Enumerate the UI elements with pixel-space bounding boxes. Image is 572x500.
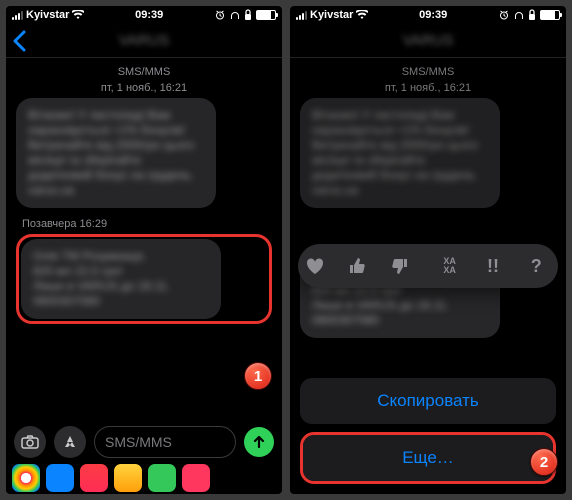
clock-label: 09:39 (135, 9, 163, 21)
back-chevron-icon[interactable] (12, 30, 26, 52)
timestamp-divider: Позавчера 16:29 (16, 218, 272, 230)
react-thumbs-up-icon[interactable] (348, 257, 378, 275)
signal-icon (12, 11, 23, 20)
wifi-icon (72, 10, 84, 20)
link-text[interactable]: varus.ua (28, 183, 204, 198)
send-button[interactable] (244, 427, 274, 457)
more-button[interactable]: Еще… (303, 435, 553, 481)
nav-bar: VARUS (6, 24, 282, 58)
nav-bar: VARUS (290, 24, 566, 58)
clock-label: 09:39 (419, 9, 447, 21)
app-memoji-icon[interactable] (114, 464, 142, 492)
message-text: Вітаємо! У листопаді Вам нараховується +… (28, 108, 204, 183)
carrier-label: Kyivstar (310, 9, 353, 21)
app-extra-icon[interactable] (182, 464, 210, 492)
tapback-bar: XA XA !! ? (298, 244, 558, 288)
channel-label: SMS/MMS (300, 66, 556, 78)
status-bar: Kyivstar 09:39 (6, 6, 282, 24)
message-input-bar: SMS/MMS (6, 422, 282, 462)
date-header: пт, 1 нояб., 16:21 (300, 82, 556, 94)
context-menu: Скопировать Еще… (300, 378, 556, 484)
message-input[interactable]: SMS/MMS (94, 426, 236, 458)
message-bubble[interactable]: Вітаємо! У листопаді Вам нараховується +… (16, 98, 216, 208)
message-text-line: 820 мл 22,5 грн! (33, 264, 209, 279)
status-bar: Kyivstar 09:39 (290, 6, 566, 24)
react-haha-icon[interactable]: XA XA (435, 257, 465, 275)
link-text[interactable]: varus.ua (312, 183, 488, 198)
alarm-icon (214, 9, 226, 21)
contact-name[interactable]: VARUS (403, 32, 454, 49)
copy-button[interactable]: Скопировать (300, 378, 556, 424)
selected-message-highlight: Олія ТМ Розумниця, 820 мл 22,5 грн! Лише… (16, 234, 272, 324)
app-extra-icon[interactable] (148, 464, 176, 492)
input-placeholder: SMS/MMS (105, 434, 172, 450)
message-text: Вітаємо! У листопаді Вам нараховується +… (312, 108, 488, 183)
left-screenshot: Kyivstar 09:39 VARUS SMS/MMS пт, 1 нояб.… (6, 6, 282, 494)
conversation-scroll[interactable]: SMS/MMS пт, 1 нояб., 16:21 Вітаємо! У ли… (6, 58, 282, 422)
app-appstore-icon[interactable] (46, 464, 74, 492)
react-heart-icon[interactable] (305, 257, 335, 275)
message-text-line: Олія ТМ Розумниця, (33, 249, 209, 264)
lock-icon (244, 9, 252, 21)
signal-icon (296, 11, 307, 20)
wifi-icon (356, 10, 368, 20)
react-question-icon[interactable]: ? (521, 256, 551, 277)
react-thumbs-down-icon[interactable] (391, 257, 421, 275)
battery-icon (540, 10, 560, 20)
app-shelf[interactable] (6, 462, 282, 494)
battery-icon (256, 10, 276, 20)
contact-name[interactable]: VARUS (119, 32, 170, 49)
headphones-icon (514, 9, 524, 21)
alarm-icon (498, 9, 510, 21)
headphones-icon (230, 9, 240, 21)
phone-link[interactable]: 0800307080 (33, 294, 209, 309)
phone-link[interactable]: 0800307080 (312, 313, 488, 328)
app-music-icon[interactable] (80, 464, 108, 492)
date-header: пт, 1 нояб., 16:21 (16, 82, 272, 94)
camera-button[interactable] (14, 426, 46, 458)
apps-button[interactable] (54, 426, 86, 458)
step-badge: 1 (244, 362, 272, 390)
more-button-highlight: Еще… (300, 432, 556, 484)
message-text-line: Лише в VARUS до 18.11. (312, 298, 488, 313)
message-bubble[interactable]: Олія ТМ Розумниця, 820 мл 22,5 грн! Лише… (21, 239, 221, 319)
message-bubble[interactable]: Вітаємо! У листопаді Вам нараховується +… (300, 98, 500, 208)
lock-icon (528, 9, 536, 21)
carrier-label: Kyivstar (26, 9, 69, 21)
react-exclaim-icon[interactable]: !! (478, 256, 508, 277)
message-text-line: Лише в VARUS до 18.11. (33, 279, 209, 294)
right-screenshot: Kyivstar 09:39 VARUS SMS/MMS пт, 1 нояб.… (290, 6, 566, 494)
step-badge: 2 (530, 448, 558, 476)
channel-label: SMS/MMS (16, 66, 272, 78)
app-photos-icon[interactable] (12, 464, 40, 492)
